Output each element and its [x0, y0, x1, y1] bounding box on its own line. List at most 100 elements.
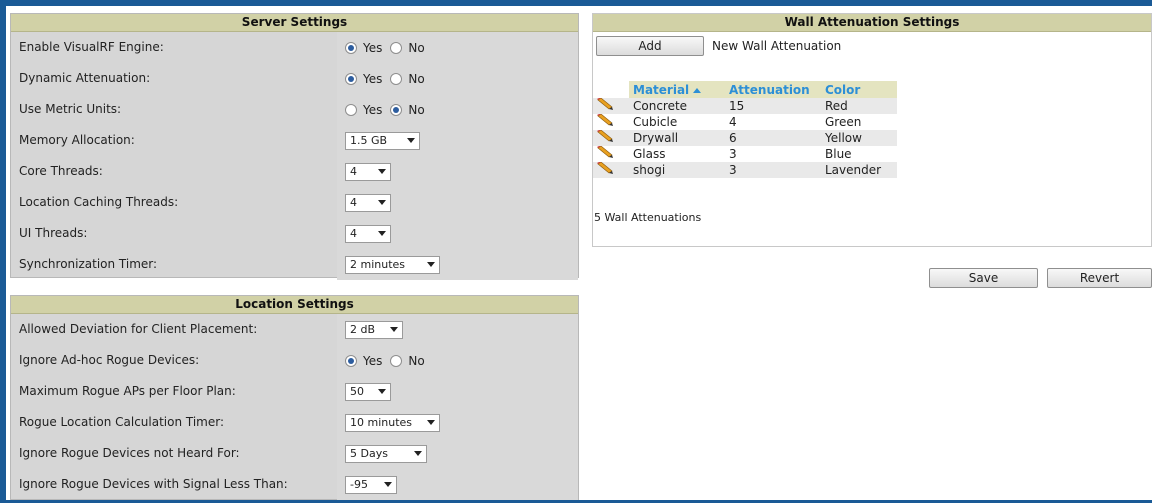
server-setting-row: Dynamic Attenuation: Yes No: [11, 63, 578, 94]
dropdown-select[interactable]: 4: [345, 224, 391, 243]
revert-button[interactable]: Revert: [1047, 268, 1152, 288]
radio-yes-label: Yes: [363, 71, 383, 86]
server-settings-rows: Enable VisualRF Engine: Yes No Dynamic Atte…: [11, 32, 578, 280]
setting-label: Dynamic Attenuation:: [19, 71, 151, 85]
radio-yes[interactable]: [345, 354, 357, 367]
pencil-icon[interactable]: [597, 161, 615, 178]
setting-label: Core Threads:: [19, 164, 103, 178]
material-cell: Drywall: [629, 130, 725, 146]
pencil-icon[interactable]: [597, 129, 615, 146]
color-column-header[interactable]: Color: [821, 81, 897, 98]
save-button[interactable]: Save: [929, 268, 1038, 288]
attenuation-cell: 6: [725, 130, 821, 146]
dropdown-select[interactable]: -95: [345, 475, 397, 494]
dropdown-select[interactable]: 10 minutes: [345, 413, 440, 432]
location-settings-title: Location Settings: [11, 296, 578, 314]
color-cell: Lavender: [821, 162, 897, 178]
edit-cell: [593, 97, 629, 114]
chevron-down-icon: [390, 327, 398, 332]
setting-label: Ignore Ad-hoc Rogue Devices:: [19, 353, 200, 367]
radio-yes-label: Yes: [363, 353, 383, 368]
table-row[interactable]: shogi 3 Lavender: [593, 161, 897, 178]
dropdown-value: 4: [350, 196, 357, 209]
sort-ascending-icon: [693, 87, 702, 93]
setting-label: Ignore Rogue Devices not Heard For:: [19, 446, 240, 460]
table-row[interactable]: Concrete 15 Red: [593, 97, 897, 114]
setting-label: Rogue Location Calculation Timer:: [19, 415, 225, 429]
edit-cell: [593, 113, 629, 130]
wall-attenuation-title: Wall Attenuation Settings: [593, 14, 1151, 32]
wall-attenuation-rows: Concrete 15 Red Cubicle 4 Green Drywall 6 Yellow…: [593, 97, 897, 178]
add-button[interactable]: Add: [596, 36, 704, 56]
edit-column-header: [593, 81, 629, 98]
radio-no[interactable]: [390, 41, 403, 54]
table-row[interactable]: Glass 3 Blue: [593, 145, 897, 162]
chevron-down-icon: [427, 420, 435, 425]
radio-no-label: No: [408, 102, 425, 117]
radio-yes[interactable]: [345, 72, 357, 85]
dropdown-select[interactable]: 4: [345, 193, 391, 212]
dropdown-select[interactable]: 5 Days: [345, 444, 427, 463]
radio-no[interactable]: [390, 72, 403, 85]
setting-control: 4: [337, 156, 578, 187]
attenuation-cell: 3: [725, 162, 821, 178]
setting-label: Memory Allocation:: [19, 133, 135, 147]
material-header-label: Material: [633, 82, 690, 97]
location-setting-row: Ignore Rogue Devices not Heard For: 5 Day…: [11, 438, 578, 469]
pencil-icon[interactable]: [597, 145, 615, 162]
dropdown-value: 2 dB: [350, 323, 376, 336]
radio-yes[interactable]: [345, 103, 357, 116]
dropdown-value: 50: [350, 385, 364, 398]
location-setting-row: Ignore Ad-hoc Rogue Devices: Yes No: [11, 345, 578, 376]
setting-control: 50: [337, 376, 578, 407]
pencil-icon[interactable]: [597, 97, 615, 114]
setting-label: Allowed Deviation for Client Placement:: [19, 322, 258, 336]
dropdown-select[interactable]: 2 dB: [345, 320, 403, 339]
setting-control: 1.5 GB: [337, 125, 578, 156]
location-setting-row: Maximum Rogue APs per Floor Plan: 50: [11, 376, 578, 407]
attenuation-cell: 4: [725, 114, 821, 130]
server-setting-row: Use Metric Units: Yes No: [11, 94, 578, 125]
setting-control: Yes No: [337, 345, 578, 376]
location-setting-row: Rogue Location Calculation Timer: 10 minu…: [11, 407, 578, 438]
setting-control: -95: [337, 469, 578, 500]
radio-no[interactable]: [390, 103, 403, 116]
material-column-header[interactable]: Material: [629, 81, 725, 98]
dropdown-select[interactable]: 2 minutes: [345, 255, 440, 274]
server-setting-row: UI Threads: 4: [11, 218, 578, 249]
radio-no[interactable]: [390, 354, 403, 367]
window-frame-top: [0, 0, 1152, 6]
pencil-icon[interactable]: [597, 113, 615, 130]
table-row[interactable]: Drywall 6 Yellow: [593, 129, 897, 146]
setting-control: 5 Days: [337, 438, 578, 469]
server-setting-row: Memory Allocation: 1.5 GB: [11, 125, 578, 156]
wall-attenuation-count: 5 Wall Attenuations: [594, 211, 702, 224]
setting-control: Yes No: [337, 32, 578, 63]
server-settings-title: Server Settings: [11, 14, 578, 32]
dropdown-value: 1.5 GB: [350, 134, 388, 147]
radio-no-label: No: [408, 71, 425, 86]
setting-label: Ignore Rogue Devices with Signal Less Th…: [19, 477, 288, 491]
new-wall-attenuation-label: New Wall Attenuation: [712, 39, 842, 53]
radio-no-label: No: [408, 40, 425, 55]
server-setting-row: Synchronization Timer: 2 minutes: [11, 249, 578, 280]
server-setting-row: Enable VisualRF Engine: Yes No: [11, 32, 578, 63]
dropdown-value: 4: [350, 227, 357, 240]
table-row[interactable]: Cubicle 4 Green: [593, 113, 897, 130]
color-cell: Yellow: [821, 130, 897, 146]
location-settings-rows: Allowed Deviation for Client Placement: 2…: [11, 314, 578, 500]
radio-yes[interactable]: [345, 41, 357, 54]
dropdown-select[interactable]: 50: [345, 382, 391, 401]
dropdown-select[interactable]: 4: [345, 162, 391, 181]
attenuation-cell: 15: [725, 98, 821, 114]
window-frame-left: [0, 0, 6, 503]
edit-cell: [593, 161, 629, 178]
setting-control: 4: [337, 187, 578, 218]
setting-label: Enable VisualRF Engine:: [19, 40, 164, 54]
dropdown-select[interactable]: 1.5 GB: [345, 131, 420, 150]
chevron-down-icon: [378, 231, 386, 236]
color-cell: Red: [821, 98, 897, 114]
attenuation-column-header[interactable]: Attenuation: [725, 81, 821, 98]
chevron-down-icon: [407, 138, 415, 143]
dropdown-value: 10 minutes: [350, 416, 413, 429]
